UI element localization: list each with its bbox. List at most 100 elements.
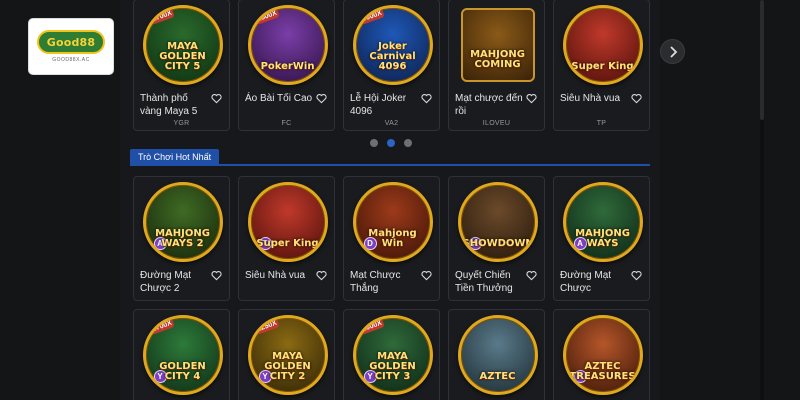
multiplier-badge: 2500X	[253, 8, 280, 25]
multiplier-badge: 5000X	[358, 8, 385, 25]
game-art-label: AZTEC	[479, 371, 516, 382]
game-art-label: SHOWDOWN	[462, 238, 534, 249]
game-thumbnail[interactable]: A SHOWDOWN	[453, 179, 542, 265]
game-card[interactable]: 1000X Y MAYA GOLDEN CITY 3	[343, 309, 440, 400]
heart-outline-icon[interactable]	[526, 270, 537, 281]
page-scrollbar[interactable]	[760, 0, 764, 400]
heart-outline-icon[interactable]	[316, 93, 327, 104]
game-thumbnail[interactable]: 2500X PokerWin	[243, 2, 332, 88]
game-card[interactable]: MAHJONG COMING Mạt chược đến rồi ILOVEU	[448, 0, 545, 131]
carousel-dot[interactable]	[370, 139, 378, 147]
game-artwork: Super King	[562, 5, 643, 85]
game-artwork: 1700X MAYA GOLDEN CITY 5	[142, 5, 223, 85]
hot-games-row-1: A MAHJONG WAYS 2 Đường Mạt Chược 2 T Super K…	[133, 176, 650, 301]
game-title[interactable]: Đường Mạt Chược	[560, 269, 632, 295]
game-card[interactable]: A SHOWDOWN Quyết Chiến Tiền Thưởng	[448, 176, 545, 301]
game-title[interactable]: Siêu Nhà vua	[560, 92, 632, 105]
game-title[interactable]: Quyết Chiến Tiền Thưởng	[455, 269, 527, 295]
game-thumbnail[interactable]: T Super King	[243, 179, 332, 265]
game-artwork: 1250X Y MAYA GOLDEN CITY 2	[247, 315, 328, 395]
game-art-label: MAYA GOLDEN CITY 3	[369, 351, 416, 382]
game-art-label: MAHJONG WAYS	[575, 228, 630, 249]
heart-outline-icon[interactable]	[211, 93, 222, 104]
game-thumbnail[interactable]: A AZTEC TREASURES	[558, 312, 647, 398]
carousel-next-button[interactable]	[660, 39, 685, 64]
game-art-label: GOLDEN CITY 4	[159, 361, 206, 382]
heart-outline-icon[interactable]	[631, 270, 642, 281]
game-thumbnail[interactable]: A MAHJONG WAYS	[558, 179, 647, 265]
game-card[interactable]: T Super King Siêu Nhà vua	[238, 176, 335, 301]
game-art-label: PokerWin	[260, 61, 315, 72]
section-header: Trò Chơi Hot Nhất	[130, 149, 650, 166]
game-artwork: A MAHJONG WAYS 2	[142, 182, 223, 262]
game-card[interactable]: D Mahjong Win Mạt Chược Thắng	[343, 176, 440, 301]
game-artwork: 2500X PokerWin	[247, 5, 328, 85]
game-card[interactable]: A MAHJONG WAYS 2 Đường Mạt Chược 2	[133, 176, 230, 301]
game-art-label: Super King	[256, 238, 319, 249]
logo-badge: Good88	[37, 30, 105, 54]
game-thumbnail[interactable]: 1000X Y MAYA GOLDEN CITY 3	[348, 312, 437, 398]
game-artwork: D Mahjong Win	[352, 182, 433, 262]
game-title[interactable]: Thành phố vàng Maya 5	[140, 92, 212, 118]
game-thumbnail[interactable]: A MAHJONG WAYS 2	[138, 179, 227, 265]
heart-outline-icon[interactable]	[421, 270, 432, 281]
heart-outline-icon[interactable]	[421, 93, 432, 104]
game-artwork: MAHJONG COMING	[460, 8, 535, 82]
game-provider: ILOVEU	[482, 120, 511, 127]
game-title[interactable]: Đường Mạt Chược 2	[140, 269, 212, 295]
hot-games-row-2: 1700X Y GOLDEN CITY 4 1250X Y MAYA GOLDEN CIT…	[133, 309, 650, 400]
game-provider: FC	[281, 120, 292, 127]
game-title[interactable]: Siêu Nhà vua	[245, 269, 317, 282]
heart-outline-icon[interactable]	[316, 270, 327, 281]
carousel-dots	[370, 139, 412, 147]
game-artwork: AZTEC	[457, 315, 538, 395]
heart-outline-icon[interactable]	[526, 93, 537, 104]
heart-outline-icon[interactable]	[631, 93, 642, 104]
game-thumbnail[interactable]: D Mahjong Win	[348, 179, 437, 265]
game-thumbnail[interactable]: 1250X Y MAYA GOLDEN CITY 2	[243, 312, 332, 398]
carousel-dot[interactable]	[387, 139, 395, 147]
game-card[interactable]: Super King Siêu Nhà vua TP	[553, 0, 650, 131]
game-artwork: 1000X Y MAYA GOLDEN CITY 3	[352, 315, 433, 395]
game-title[interactable]: Mạt chược đến rồi	[455, 92, 527, 118]
game-thumbnail[interactable]: 1700X MAYA GOLDEN CITY 5	[138, 2, 227, 88]
carousel-dot[interactable]	[404, 139, 412, 147]
game-title[interactable]: Áo Bài Tối Cao	[245, 92, 317, 105]
game-provider: VA2	[384, 120, 399, 127]
multiplier-badge: 1250X	[253, 318, 280, 335]
game-card[interactable]: 1700X Y GOLDEN CITY 4	[133, 309, 230, 400]
game-thumbnail[interactable]: 5000X Joker Carnival 4096	[348, 2, 437, 88]
game-title[interactable]: Mạt Chược Thắng	[350, 269, 422, 295]
section-tab-hot-games[interactable]: Trò Chơi Hot Nhất	[130, 149, 220, 166]
game-thumbnail[interactable]: 1700X Y GOLDEN CITY 4	[138, 312, 227, 398]
game-art-label: AZTEC TREASURES	[569, 361, 636, 382]
scrollbar-thumb[interactable]	[760, 0, 764, 120]
game-artwork: A AZTEC TREASURES	[562, 315, 643, 395]
game-artwork: 5000X Joker Carnival 4096	[352, 5, 433, 85]
game-card[interactable]: A MAHJONG WAYS Đường Mạt Chược	[553, 176, 650, 301]
game-art-label: Mahjong Win	[368, 228, 417, 249]
game-thumbnail[interactable]: MAHJONG COMING	[453, 2, 542, 88]
carousel-row: 1700X MAYA GOLDEN CITY 5 Thành phố vàng Ma…	[133, 0, 650, 131]
heart-outline-icon[interactable]	[211, 270, 222, 281]
game-artwork: T Super King	[247, 182, 328, 262]
game-art-label: Super King	[571, 61, 634, 72]
game-card[interactable]: AZTEC	[448, 309, 545, 400]
game-thumbnail[interactable]: AZTEC	[453, 312, 542, 398]
game-art-label: MAHJONG WAYS 2	[155, 228, 210, 249]
game-card[interactable]: 1700X MAYA GOLDEN CITY 5 Thành phố vàng Ma…	[133, 0, 230, 131]
brand-logo[interactable]: Good88 GOOD88X.AC	[29, 19, 113, 74]
game-art-label: MAYA GOLDEN CITY 5	[159, 41, 206, 72]
chevron-right-icon	[669, 45, 677, 58]
game-art-label: Joker Carnival 4096	[369, 41, 416, 72]
game-card[interactable]: 2500X PokerWin Áo Bài Tối Cao FC	[238, 0, 335, 131]
game-artwork: A SHOWDOWN	[457, 182, 538, 262]
game-card[interactable]: 5000X Joker Carnival 4096 Lễ Hội Joker 409…	[343, 0, 440, 131]
game-thumbnail[interactable]: Super King	[558, 2, 647, 88]
game-card[interactable]: A AZTEC TREASURES	[553, 309, 650, 400]
game-title[interactable]: Lễ Hội Joker 4096	[350, 92, 422, 118]
game-card[interactable]: 1250X Y MAYA GOLDEN CITY 2	[238, 309, 335, 400]
game-artwork: A MAHJONG WAYS	[562, 182, 643, 262]
game-art-label: MAYA GOLDEN CITY 2	[264, 351, 311, 382]
multiplier-badge: 1700X	[148, 318, 175, 335]
